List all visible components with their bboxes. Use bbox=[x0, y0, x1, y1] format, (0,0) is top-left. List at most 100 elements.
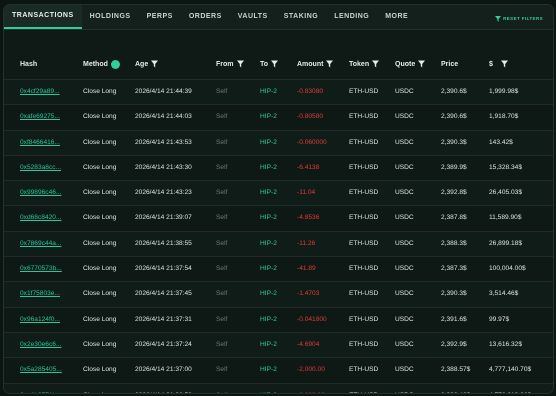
amount-filter-icon[interactable] bbox=[326, 60, 334, 68]
age-cell: 2026/4/14 21:37:45 bbox=[135, 290, 192, 298]
tab-lending[interactable]: LENDING bbox=[326, 5, 377, 29]
column-from: From bbox=[216, 54, 244, 76]
method-cell: Close Long bbox=[83, 315, 117, 323]
method-cell: Close Long bbox=[83, 138, 117, 146]
price-cell: 2,387.8$ bbox=[441, 214, 467, 222]
age-cell: 2026/4/14 21:38:55 bbox=[135, 239, 192, 247]
method-cell: Close Long bbox=[83, 340, 117, 348]
to-cell: HIP-2 bbox=[260, 214, 277, 222]
tab-perps[interactable]: PERPS bbox=[139, 5, 181, 29]
quote-cell: USDC bbox=[395, 113, 414, 121]
token-cell: ETH-USD bbox=[349, 189, 379, 197]
quote-cell: USDC bbox=[395, 265, 414, 273]
to-cell: HIP-2 bbox=[260, 189, 277, 197]
tab-transactions[interactable]: TRANSACTIONS bbox=[4, 5, 82, 29]
hash-link[interactable]: 0x4cf29a89... bbox=[20, 80, 60, 104]
column-method: Method bbox=[83, 54, 120, 76]
age-cell: 2026/4/14 21:43:23 bbox=[135, 189, 192, 197]
token-cell: ETH-USD bbox=[349, 113, 379, 121]
age-filter-icon[interactable] bbox=[151, 60, 159, 68]
tab-bar: TRANSACTIONS HOLDINGS PERPS ORDERS VAULT… bbox=[4, 5, 553, 30]
column-token-label: Token bbox=[349, 61, 370, 68]
hash-link[interactable]: 0x99896c46... bbox=[20, 181, 61, 205]
price-cell: 2,388.46$ bbox=[441, 384, 470, 393]
amount-cell: -0.060000 bbox=[297, 138, 327, 146]
tab-orders[interactable]: ORDERS bbox=[181, 5, 230, 29]
hash-link[interactable]: 0x7869c44a... bbox=[20, 232, 61, 256]
token-filter-icon[interactable] bbox=[372, 60, 380, 68]
usd-value-cell: 4,776,919.06$ bbox=[489, 384, 531, 393]
to-cell: HIP-2 bbox=[260, 340, 277, 348]
from-cell: Self bbox=[216, 384, 227, 393]
filter-reset-icon bbox=[495, 16, 502, 22]
from-cell: Self bbox=[216, 113, 228, 121]
quote-cell: USDC bbox=[395, 163, 414, 171]
hash-link[interactable]: 0xd68c8420... bbox=[20, 206, 61, 230]
tab-holdings[interactable]: HOLDINGS bbox=[82, 5, 139, 29]
method-filter-icon[interactable] bbox=[110, 59, 120, 69]
amount-cell: -2,000.00 bbox=[297, 384, 325, 393]
table-row: 0x6770573b... Close Long 2026/4/14 21:37:5… bbox=[4, 256, 553, 282]
hash-link[interactable]: 0x2e30e6c6... bbox=[20, 333, 61, 357]
from-cell: Self bbox=[216, 315, 228, 323]
age-cell: 2026/4/14 21:37:54 bbox=[135, 265, 192, 273]
hash-link[interactable]: 0x5a285405... bbox=[20, 358, 62, 382]
amount-cell: -1.4703 bbox=[297, 290, 320, 298]
transactions-panel: TRANSACTIONS HOLDINGS PERPS ORDERS VAULT… bbox=[3, 4, 554, 394]
hash-link[interactable]: 0x5283a8cc... bbox=[20, 156, 61, 180]
table-row: 0x96a124f0... Close Long 2026/4/14 21:37:3… bbox=[4, 306, 553, 332]
usd-value-cell: 1,999.98$ bbox=[489, 88, 519, 95]
hash-link[interactable]: 0xafe69275... bbox=[20, 105, 60, 129]
usd-value-cell: 15,328.34$ bbox=[489, 163, 523, 171]
column-hash-label: Hash bbox=[20, 61, 38, 68]
hash-link[interactable]: 0x96a124f0... bbox=[20, 308, 60, 332]
amount-cell: -0.83080 bbox=[297, 88, 324, 95]
amount-cell: -4.6904 bbox=[297, 340, 320, 348]
table-row: 0xd68c8420... Close Long 2026/4/14 21:39:0… bbox=[4, 205, 553, 231]
token-cell: ETH-USD bbox=[349, 88, 379, 95]
column-method-label: Method bbox=[83, 61, 108, 68]
column-price-label: Price bbox=[441, 61, 459, 68]
age-cell: 2026/4/14 21:44:39 bbox=[135, 88, 192, 95]
amount-cell: -11.26 bbox=[297, 239, 316, 247]
to-filter-icon[interactable] bbox=[271, 60, 279, 68]
usd-value-cell: 100,004.00$ bbox=[489, 265, 526, 273]
reset-filters-button[interactable]: RESET FILTERS bbox=[495, 16, 543, 22]
method-cell: Close Long bbox=[83, 239, 117, 247]
quote-filter-icon[interactable] bbox=[418, 60, 426, 68]
hash-link[interactable]: 0xf8466416... bbox=[20, 131, 60, 155]
to-cell: HIP-2 bbox=[260, 366, 277, 374]
age-cell: 2026/4/14 21:37:24 bbox=[135, 340, 192, 348]
age-cell: 2026/4/14 21:36:52 bbox=[135, 384, 192, 393]
price-cell: 2,391.6$ bbox=[441, 315, 467, 323]
column-quote-label: Quote bbox=[395, 61, 416, 68]
table-row: 0x99896c46... Close Long 2026/4/14 21:43:2… bbox=[4, 180, 553, 206]
price-cell: 2,387.3$ bbox=[441, 265, 467, 273]
transactions-table-body: 0x4cf29a89... Close Long 2026/4/14 21:44:3… bbox=[4, 79, 553, 393]
from-filter-icon[interactable] bbox=[236, 60, 244, 68]
column-to-label: To bbox=[260, 61, 269, 68]
reset-filters-label: RESET FILTERS bbox=[503, 16, 543, 22]
from-cell: Self bbox=[216, 265, 228, 273]
table-row: 0x1f75803e... Close Long 2026/4/14 21:37:4… bbox=[4, 281, 553, 307]
price-cell: 2,392.9$ bbox=[441, 340, 467, 348]
hash-link[interactable]: 0x6770573b... bbox=[20, 257, 62, 281]
price-cell: 2,388.3$ bbox=[441, 239, 467, 247]
price-cell: 2,390.3$ bbox=[441, 290, 467, 298]
usd-value-cell: 11,589.90$ bbox=[489, 214, 522, 222]
from-cell: Self bbox=[216, 366, 228, 374]
usd-filter-icon[interactable] bbox=[500, 60, 508, 68]
quote-cell: USDC bbox=[395, 88, 414, 95]
tab-staking[interactable]: STAKING bbox=[276, 5, 326, 29]
method-cell: Close Long bbox=[83, 189, 117, 197]
age-cell: 2026/4/14 21:37:31 bbox=[135, 315, 192, 323]
tab-vaults[interactable]: VAULTS bbox=[230, 5, 276, 29]
hash-link[interactable]: 0x1f75803e... bbox=[20, 282, 60, 306]
token-cell: ETH-USD bbox=[349, 366, 379, 374]
column-amount-label: Amount bbox=[297, 61, 324, 68]
quote-cell: USDC bbox=[395, 138, 414, 146]
usd-value-cell: 26,405.03$ bbox=[489, 189, 523, 197]
tab-more[interactable]: MORE bbox=[377, 5, 416, 29]
hash-link[interactable]: 0xe1b2771b... bbox=[20, 384, 62, 393]
table-row: 0x2e30e6c6... Close Long 2026/4/14 21:37:2… bbox=[4, 331, 553, 358]
